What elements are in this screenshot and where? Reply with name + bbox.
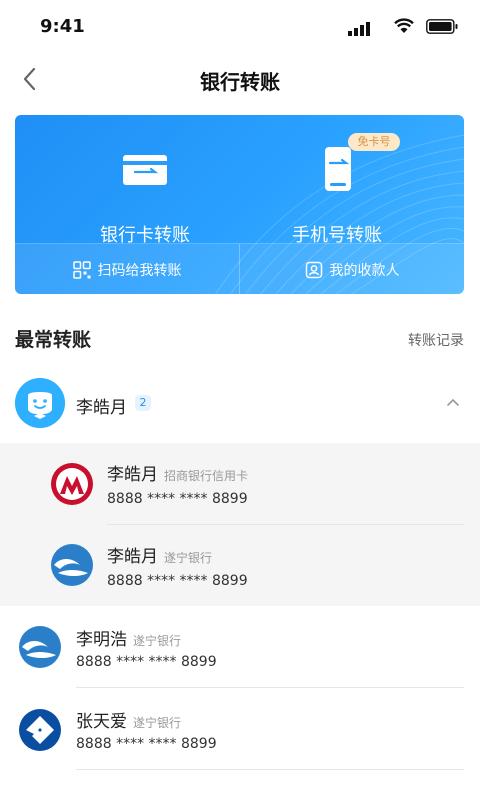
card-number: 8888 **** **** 8899 — [76, 736, 217, 752]
wifi-icon — [394, 18, 414, 33]
bank-name: 遂宁银行 — [133, 716, 182, 730]
my-payees-label: 我的收款人 — [329, 262, 400, 279]
phone-icon — [325, 147, 351, 191]
card-number: 8888 **** **** 8899 — [76, 654, 217, 670]
status-time: 9:41 — [40, 16, 85, 37]
card-bottom-bar: 扫码给我转账 我的收款人 — [15, 243, 464, 294]
signal-icon — [348, 22, 370, 36]
card-number: 8888 **** **** 8899 — [107, 491, 248, 507]
bank-name: 遂宁银行 — [133, 634, 182, 648]
row-divider — [76, 769, 464, 770]
status-bar: 9:41 — [0, 0, 480, 56]
scan-transfer-label: 扫码给我转账 — [97, 262, 182, 279]
account-count-badge: 2 — [135, 395, 151, 411]
suining-bank-logo-icon — [51, 544, 93, 586]
transfer-card: 银行卡转账 手机号转账 免卡号 扫码给我转账 我的收款人 — [15, 115, 464, 294]
nav-bar: 银行转账 — [0, 56, 480, 104]
section-title: 最常转账 — [15, 329, 92, 351]
transfer-history-link[interactable]: 转账记录 — [408, 330, 464, 350]
phone-transfer-button[interactable]: 手机号转账 — [237, 135, 437, 246]
contact-name: 李明浩 — [76, 630, 127, 650]
smiley-avatar-icon — [15, 378, 65, 428]
ccb-bank-logo-icon — [19, 709, 61, 751]
card-number: 8888 **** **** 8899 — [107, 573, 248, 589]
list-item[interactable]: 李皓月 招商银行信用卡 8888 **** **** 8899 — [0, 443, 480, 525]
bank-name: 招商银行信用卡 — [164, 469, 249, 483]
contact-name: 张天爱 — [76, 712, 127, 732]
contact-name: 李皓月 — [76, 398, 127, 418]
payee-icon — [305, 261, 322, 278]
battery-icon — [426, 19, 458, 34]
account-holder-name: 李皓月 — [107, 547, 158, 567]
page-title: 银行转账 — [200, 70, 280, 94]
bank-name: 遂宁银行 — [164, 551, 213, 565]
suining-bank-logo-icon — [19, 626, 61, 668]
cmb-bank-logo-icon — [51, 463, 93, 505]
bank-card-icon — [123, 155, 167, 185]
contact-group-header[interactable]: 李皓月 2 — [0, 372, 480, 434]
list-item[interactable]: 李明浩 遂宁银行 8888 **** **** 8899 — [0, 606, 480, 688]
qr-code-icon — [72, 260, 91, 279]
account-holder-name: 李皓月 — [107, 465, 158, 485]
my-payees-button[interactable]: 我的收款人 — [240, 244, 464, 294]
scan-transfer-button[interactable]: 扫码给我转账 — [15, 244, 239, 294]
list-item[interactable]: 李皓月 遂宁银行 8888 **** **** 8899 — [0, 525, 480, 607]
no-card-badge: 免卡号 — [348, 133, 400, 151]
bank-card-transfer-button[interactable]: 银行卡转账 — [45, 135, 245, 246]
contact-accounts-panel: 李皓月 招商银行信用卡 8888 **** **** 8899 李皓月 遂宁银行 8… — [0, 443, 480, 606]
chevron-up-icon[interactable] — [446, 397, 460, 407]
list-item[interactable]: 张天爱 遂宁银行 8888 **** **** 8899 — [0, 688, 480, 770]
